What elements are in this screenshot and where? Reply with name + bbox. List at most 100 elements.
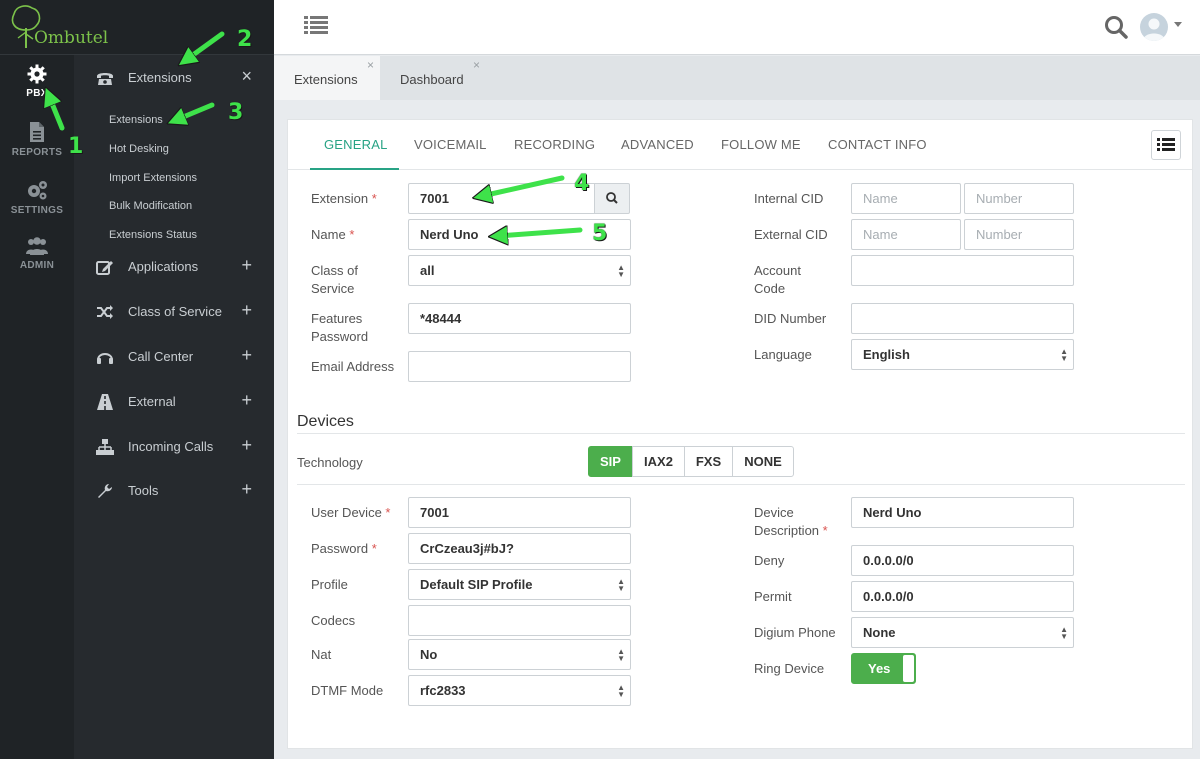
profile-label: Profile	[311, 577, 348, 592]
internal-cid-name-input[interactable]: Name	[851, 183, 961, 214]
extension-search-button[interactable]	[594, 183, 630, 214]
list-view-button[interactable]	[1151, 130, 1181, 160]
codecs-label: Codecs	[311, 613, 356, 628]
sub-item-hot-desking[interactable]: Hot Desking	[109, 143, 169, 155]
menu-group-call-center[interactable]: Call Center +	[74, 337, 274, 377]
menu-group-extensions[interactable]: Extensions ×	[74, 58, 274, 98]
road-icon	[97, 394, 113, 410]
dtmf-mode-select[interactable]: rfc2833 ▲ ▼	[408, 675, 631, 706]
rail-item-reports[interactable]: REPORTS	[0, 121, 74, 158]
expand-icon[interactable]: +	[241, 300, 252, 321]
tab-follow-me[interactable]: FOLLOW ME	[721, 137, 801, 152]
language-select[interactable]: English ▲ ▼	[851, 339, 1074, 370]
technology-none-button[interactable]: NONE	[732, 446, 794, 477]
features-password-label: Features Password	[311, 311, 369, 344]
menu-group-incoming-calls[interactable]: Incoming Calls +	[74, 427, 274, 467]
ring-device-label: Ring Device	[754, 661, 825, 676]
select-arrows-icon: ▲ ▼	[1060, 347, 1068, 363]
sub-item-extensions[interactable]: Extensions	[109, 114, 163, 126]
expand-icon[interactable]: +	[241, 390, 252, 411]
tab-label: Extensions	[294, 72, 358, 87]
password-input[interactable]: CrCzeau3j#bJ?	[408, 533, 631, 564]
device-description-label: Device Description *	[754, 505, 828, 538]
annotation-number-1: 1	[68, 134, 84, 159]
codecs-input[interactable]	[408, 605, 631, 636]
technology-fxs-button[interactable]: FXS	[684, 446, 733, 477]
menu-group-external[interactable]: External +	[74, 382, 274, 422]
dtmf-mode-label: DTMF Mode	[311, 683, 384, 698]
list-menu-icon[interactable]	[304, 15, 328, 35]
menu-group-applications[interactable]: Applications +	[74, 247, 274, 287]
annotation-number-3: 3	[228, 100, 244, 125]
chevron-down-icon[interactable]	[1174, 22, 1182, 27]
rail-label: REPORTS	[11, 147, 63, 158]
digium-phone-select[interactable]: None ▲ ▼	[851, 617, 1074, 648]
menu-group-label: Class of Service	[128, 304, 222, 319]
expand-icon[interactable]: +	[241, 435, 252, 456]
gear-icon	[27, 64, 47, 84]
menu-group-label: Incoming Calls	[128, 439, 214, 454]
active-tab-indicator	[310, 168, 399, 170]
headphones-icon	[97, 353, 113, 364]
did-number-input[interactable]	[851, 303, 1074, 334]
deny-label: Deny	[754, 553, 785, 568]
profile-select[interactable]: Default SIP Profile ▲ ▼	[408, 569, 631, 600]
form-tabs: GENERAL VOICEMAIL RECORDING ADVANCED FOL…	[288, 120, 1192, 170]
email-address-input[interactable]	[408, 351, 631, 382]
external-cid-number-input[interactable]: Number	[964, 219, 1074, 250]
device-description-input[interactable]: Nerd Uno	[851, 497, 1074, 528]
nat-select[interactable]: No ▲ ▼	[408, 639, 631, 670]
close-icon[interactable]: ×	[367, 58, 374, 72]
select-arrows-icon: ▲ ▼	[617, 577, 625, 593]
logo: Ombutel	[0, 0, 274, 55]
expand-icon[interactable]: +	[241, 255, 252, 276]
technology-iax2-button[interactable]: IAX2	[632, 446, 685, 477]
account-code-input[interactable]	[851, 255, 1074, 286]
ring-device-toggle[interactable]: Yes	[851, 653, 916, 684]
class-of-service-select[interactable]: all ▲ ▼	[408, 255, 631, 286]
sub-item-bulk-modification[interactable]: Bulk Modification	[109, 200, 192, 212]
select-arrows-icon: ▲ ▼	[1060, 625, 1068, 641]
tab-recording[interactable]: RECORDING	[514, 137, 595, 152]
close-icon[interactable]: ×	[473, 58, 480, 72]
class-of-service-label: Class of Service	[311, 263, 358, 296]
menu-group-tools[interactable]: Tools +	[74, 471, 274, 511]
extension-form-card: GENERAL VOICEMAIL RECORDING ADVANCED FOL…	[287, 119, 1193, 749]
rail-item-settings[interactable]: SETTINGS	[0, 179, 74, 216]
edit-icon	[96, 261, 113, 275]
avatar[interactable]	[1140, 13, 1168, 41]
email-address-label: Email Address	[311, 359, 395, 374]
external-cid-name-input[interactable]: Name	[851, 219, 961, 250]
expand-icon[interactable]: +	[241, 479, 252, 500]
tab-voicemail[interactable]: VOICEMAIL	[414, 137, 487, 152]
user-device-input[interactable]: 7001	[408, 497, 631, 528]
rail-item-admin[interactable]: ADMIN	[0, 236, 74, 271]
deny-input[interactable]: 0.0.0.0/0	[851, 545, 1074, 576]
expand-icon[interactable]: +	[241, 345, 252, 366]
rail-item-pbx[interactable]: PBX	[0, 64, 74, 99]
features-password-input[interactable]: *48444	[408, 303, 631, 334]
pbx-submenu: Extensions × Extensions Hot Desking Impo…	[74, 55, 274, 759]
tab-dashboard[interactable]: Dashboard ×	[380, 56, 486, 100]
tab-advanced[interactable]: ADVANCED	[621, 137, 694, 152]
open-tabs: Extensions × Dashboard ×	[274, 56, 1200, 100]
extension-input[interactable]: 7001	[408, 183, 595, 214]
rail-label: PBX	[26, 88, 48, 99]
tab-contact-info[interactable]: CONTACT INFO	[828, 137, 927, 152]
permit-input[interactable]: 0.0.0.0/0	[851, 581, 1074, 612]
tab-extensions[interactable]: Extensions ×	[274, 56, 380, 100]
technology-sip-button[interactable]: SIP	[588, 446, 633, 477]
search-icon[interactable]	[1104, 15, 1128, 39]
menu-group-label: Applications	[128, 259, 199, 274]
sub-item-import-extensions[interactable]: Import Extensions	[109, 172, 197, 184]
sub-item-extensions-status[interactable]: Extensions Status	[109, 229, 197, 241]
divider	[297, 484, 1185, 485]
collapse-icon[interactable]: ×	[241, 66, 252, 87]
user-device-label: User Device *	[311, 505, 391, 520]
menu-group-class-of-service[interactable]: Class of Service +	[74, 292, 274, 332]
tab-general[interactable]: GENERAL	[324, 137, 388, 152]
name-label: Name *	[311, 227, 355, 242]
account-code-label: Account Code	[754, 263, 801, 296]
menu-group-label: Tools	[128, 483, 159, 498]
internal-cid-number-input[interactable]: Number	[964, 183, 1074, 214]
